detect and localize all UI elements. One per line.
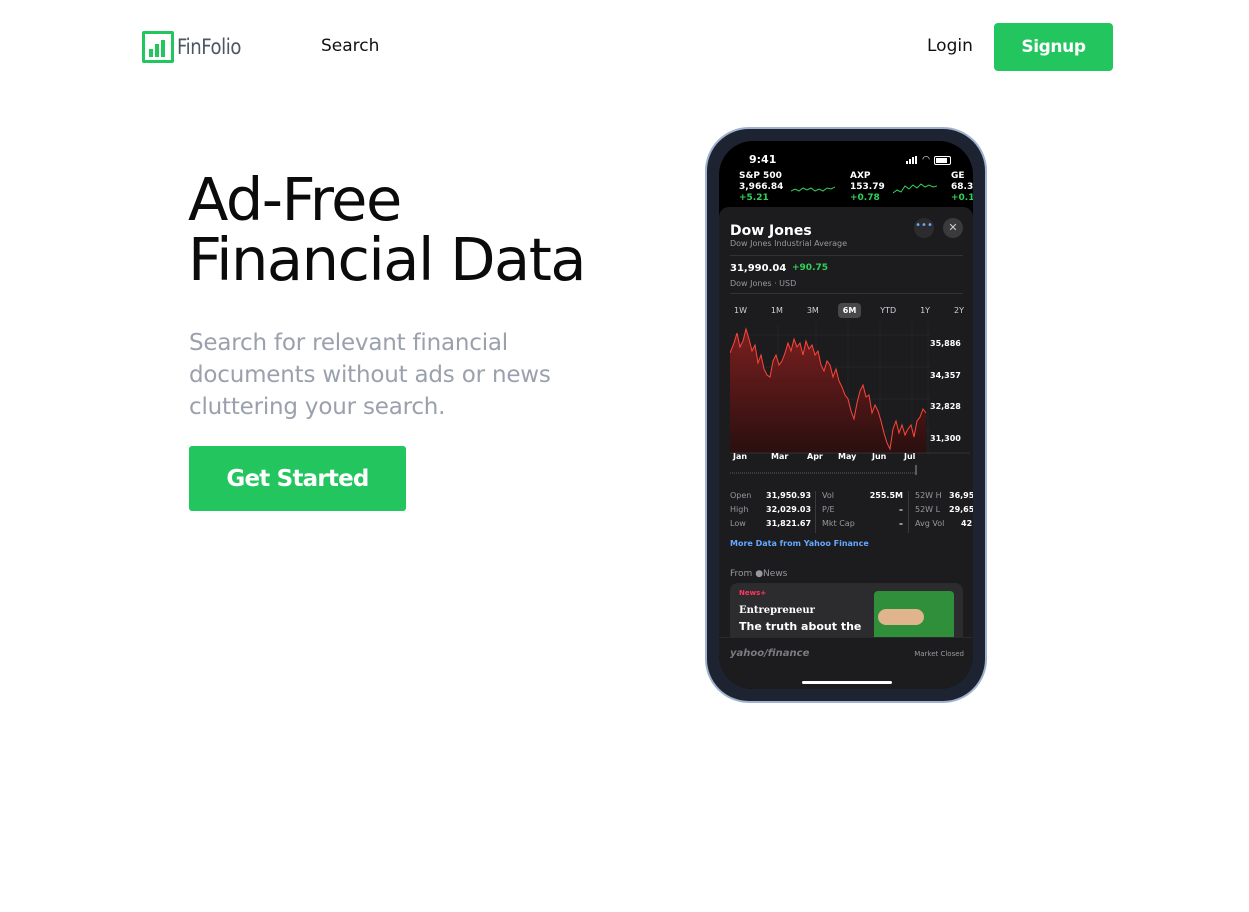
stats-col-3-values: 36,95 29,65 42 xyxy=(949,491,973,528)
stats-col-2: Vol P/E Mkt Cap xyxy=(822,491,855,528)
news-source: Entrepreneur xyxy=(739,605,815,616)
get-started-button[interactable]: Get Started xyxy=(189,446,406,511)
stats-col-1: Open High Low xyxy=(730,491,752,528)
more-icon[interactable]: ••• xyxy=(914,218,934,238)
range-2y[interactable]: 2Y xyxy=(949,303,969,318)
hero-subtitle: Search for relevant financial documents … xyxy=(189,330,551,420)
x-axis-label: Jan xyxy=(733,452,748,461)
stock-detail-card: Dow Jones Dow Jones Industrial Average •… xyxy=(719,207,973,643)
stats-col-2-values: 255.5M – – xyxy=(869,491,903,528)
news-thumbnail xyxy=(874,591,954,643)
brand-logo[interactable]: FinFolio xyxy=(142,30,251,64)
stats-col-1-values: 31,950.93 32,029.03 31,821.67 xyxy=(766,491,812,528)
x-axis-label: Mar xyxy=(771,452,789,461)
x-axis-label: Apr xyxy=(807,452,823,461)
status-time: 9:41 xyxy=(749,153,777,166)
nav-search-link[interactable]: Search xyxy=(321,36,379,56)
phone-footer: yahoo/finance Market Closed xyxy=(719,637,973,689)
stats-col-3: 52W H 52W L Avg Vol xyxy=(915,491,945,528)
status-icons: ◠ xyxy=(906,155,951,165)
stock-currency: Dow Jones · USD xyxy=(730,279,797,288)
stock-subtitle: Dow Jones Industrial Average xyxy=(730,239,848,248)
yahoo-finance-logo: yahoo/finance xyxy=(730,648,810,659)
news-headline: The truth about the xyxy=(739,620,862,633)
ticker-item: S&P 500 3,966.84 +5.21 xyxy=(739,171,784,203)
market-status: Market Closed xyxy=(914,650,964,658)
stock-change: +90.75 xyxy=(792,263,829,273)
close-icon[interactable]: ✕ xyxy=(943,218,963,238)
sparkline-icon xyxy=(791,186,835,192)
y-axis-labels: 35,886 34,357 32,828 31,300 xyxy=(930,339,961,443)
phone-mockup: 9:41 ◠ S&P 500 3,966.84 +5.21 AXP 153.79… xyxy=(705,127,987,703)
stock-title: Dow Jones xyxy=(730,223,812,239)
hero-title: Ad-Free Financial Data xyxy=(188,170,586,290)
bar-chart-logo-icon xyxy=(142,31,174,63)
range-1w[interactable]: 1W xyxy=(729,303,752,318)
more-data-link[interactable]: More Data from Yahoo Finance xyxy=(730,539,869,548)
apple-icon: ● xyxy=(755,569,764,579)
hero-title-line-2: Financial Data xyxy=(188,225,586,294)
hero-title-line-1: Ad-Free xyxy=(188,165,402,234)
stock-price: 31,990.04 xyxy=(730,263,787,274)
range-1y[interactable]: 1Y xyxy=(915,303,935,318)
wifi-icon: ◠ xyxy=(922,155,930,165)
signup-button[interactable]: Signup xyxy=(994,23,1113,71)
battery-icon xyxy=(934,155,951,165)
ticker-item: GE 68.3 +0.1 xyxy=(951,171,973,203)
phone-screen: 9:41 ◠ S&P 500 3,966.84 +5.21 AXP 153.79… xyxy=(719,141,973,689)
from-news-label: From ●News xyxy=(730,569,788,579)
x-axis-label: Jul xyxy=(904,452,916,461)
brand-name: FinFolio xyxy=(177,35,241,59)
range-3m[interactable]: 3M xyxy=(802,303,824,318)
news-card[interactable]: News+ Entrepreneur The truth about the xyxy=(730,583,963,643)
x-axis-label: Jun xyxy=(872,452,887,461)
sparkline-icon xyxy=(893,183,937,194)
news-plus-badge: News+ xyxy=(739,589,767,597)
range-6m[interactable]: 6M xyxy=(837,303,862,318)
range-1m[interactable]: 1M xyxy=(766,303,788,318)
range-selector: 1W 1M 3M 6M YTD 1Y 2Y xyxy=(729,303,969,318)
home-indicator xyxy=(802,681,892,684)
ticker-item: AXP 153.79 +0.78 xyxy=(850,171,885,203)
signal-icon xyxy=(906,156,918,164)
range-ytd[interactable]: YTD xyxy=(875,303,901,318)
login-link[interactable]: Login xyxy=(927,36,973,56)
x-axis-label: May xyxy=(838,452,857,461)
